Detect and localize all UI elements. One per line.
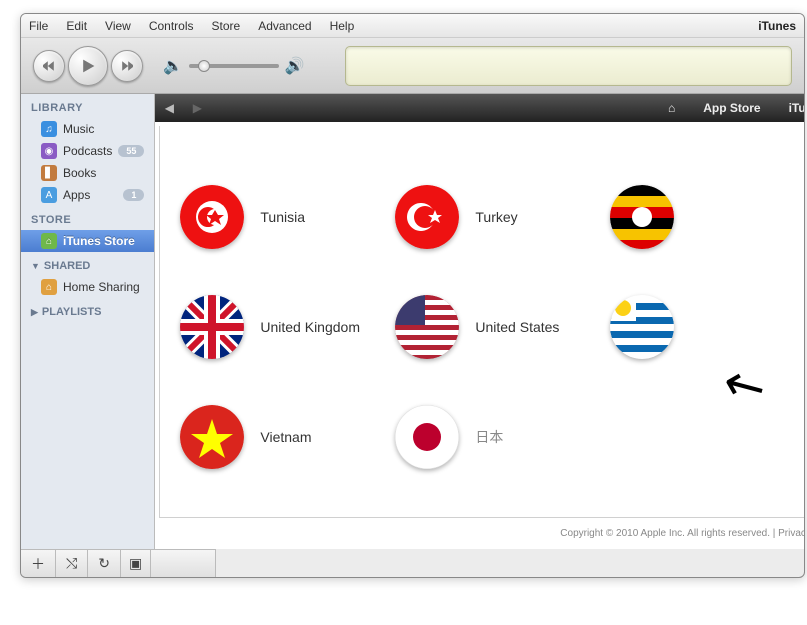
country-label: Turkey — [475, 209, 517, 225]
menu-store[interactable]: Store — [212, 19, 241, 33]
home-sharing-icon: ⌂ — [41, 279, 57, 295]
itunes-window: File Edit View Controls Store Advanced H… — [20, 13, 805, 578]
sidebar-item-books[interactable]: ▋ Books — [21, 162, 154, 184]
content-area: ◀ ▶ ⌂ App Store iTunes Tunisia — [155, 94, 805, 549]
country-label: United Kingdom — [260, 319, 360, 335]
main-area: LIBRARY ♫ Music ◉ Podcasts 55 ▋ Books A … — [21, 94, 804, 549]
menu-edit[interactable]: Edit — [66, 19, 87, 33]
shuffle-button[interactable]: ⤭ — [56, 550, 88, 577]
country-empty — [610, 382, 805, 492]
sidebar-item-podcasts[interactable]: ◉ Podcasts 55 — [21, 140, 154, 162]
volume-low-icon: 🔈 — [163, 56, 183, 76]
play-button[interactable] — [68, 46, 108, 86]
sidebar: LIBRARY ♫ Music ◉ Podcasts 55 ▋ Books A … — [21, 94, 155, 549]
sidebar-item-itunes-store[interactable]: ⌂ iTunes Store — [21, 230, 154, 252]
country-label: United States — [475, 319, 559, 335]
sidebar-section-library: LIBRARY — [21, 94, 154, 118]
country-grid: Tunisia Turkey — [180, 162, 805, 492]
next-button[interactable] — [111, 50, 143, 82]
sidebar-item-label: Books — [63, 166, 96, 180]
menu-help[interactable]: Help — [330, 19, 355, 33]
podcast-icon: ◉ — [41, 143, 57, 159]
volume-thumb[interactable] — [198, 60, 210, 72]
lcd-display — [345, 46, 792, 86]
store-forward-button[interactable]: ▶ — [183, 101, 211, 115]
flag-uruguay-icon — [610, 295, 674, 359]
country-label: Tunisia — [260, 209, 305, 225]
country-vietnam[interactable]: Vietnam — [180, 382, 395, 492]
toggle-artwork-button[interactable]: ▣ — [121, 550, 151, 577]
store-home-button[interactable]: ⌂ — [654, 94, 689, 122]
music-icon: ♫ — [41, 121, 57, 137]
sidebar-item-label: Podcasts — [63, 144, 112, 158]
playback-controls — [33, 46, 143, 86]
menu-advanced[interactable]: Advanced — [258, 19, 311, 33]
country-tunisia[interactable]: Tunisia — [180, 162, 395, 272]
window-title: iTunes — [758, 19, 796, 33]
flag-turkey-icon — [395, 185, 459, 249]
store-body: Tunisia Turkey — [159, 126, 805, 518]
sidebar-section-shared[interactable]: ▼ SHARED — [21, 252, 154, 276]
country-label: 日本 — [475, 427, 503, 447]
sidebar-item-label: Apps — [63, 188, 90, 202]
store-nav-itunes[interactable]: iTunes — [775, 94, 805, 122]
country-united-kingdom[interactable]: United Kingdom — [180, 272, 395, 382]
menu-controls[interactable]: Controls — [149, 19, 194, 33]
store-nav-app-store[interactable]: App Store — [689, 94, 774, 122]
repeat-button[interactable]: ↻ — [88, 550, 121, 577]
store-nav-bar: ◀ ▶ ⌂ App Store iTunes — [155, 94, 805, 122]
sidebar-item-label: iTunes Store — [63, 234, 135, 248]
triangle-right-icon: ▶ — [31, 307, 38, 318]
flag-us-icon — [395, 295, 459, 359]
sidebar-item-label: Music — [63, 122, 94, 136]
toolbar: 🔈 🔊 — [21, 38, 804, 94]
flag-uganda-icon — [610, 185, 674, 249]
flag-tunisia-icon — [180, 185, 244, 249]
add-playlist-button[interactable]: ＋ — [21, 550, 56, 577]
store-back-button[interactable]: ◀ — [155, 101, 183, 115]
sidebar-bottom-bar: ＋ ⤭ ↻ ▣ — [21, 549, 216, 577]
menu-view[interactable]: View — [105, 19, 131, 33]
sidebar-item-music[interactable]: ♫ Music — [21, 118, 154, 140]
badge: 1 — [123, 189, 144, 201]
volume-high-icon: 🔊 — [285, 56, 305, 76]
menu-file[interactable]: File — [29, 19, 48, 33]
menubar: File Edit View Controls Store Advanced H… — [21, 14, 804, 38]
country-label: Vietnam — [260, 429, 311, 445]
flag-japan-icon — [395, 405, 459, 469]
country-japan[interactable]: 日本 — [395, 382, 610, 492]
country-united-states[interactable]: United States — [395, 272, 610, 382]
sidebar-section-store: STORE — [21, 206, 154, 230]
home-icon: ⌂ — [668, 101, 675, 115]
badge: 55 — [118, 145, 144, 157]
triangle-down-icon: ▼ — [31, 261, 40, 271]
sidebar-item-label: Home Sharing — [63, 280, 140, 294]
books-icon: ▋ — [41, 165, 57, 181]
apps-icon: A — [41, 187, 57, 203]
flag-vietnam-icon — [180, 405, 244, 469]
country-uruguay[interactable] — [610, 272, 805, 382]
store-icon: ⌂ — [41, 233, 57, 249]
country-uganda[interactable] — [610, 162, 805, 272]
footer-copyright: Copyright © 2010 Apple Inc. All rights r… — [155, 518, 805, 549]
sidebar-item-home-sharing[interactable]: ⌂ Home Sharing — [21, 276, 154, 298]
flag-uk-icon — [180, 295, 244, 359]
volume-slider[interactable] — [189, 64, 279, 68]
volume-control: 🔈 🔊 — [163, 56, 305, 76]
sidebar-section-playlists[interactable]: ▶ PLAYLISTS — [21, 298, 154, 322]
sidebar-item-apps[interactable]: A Apps 1 — [21, 184, 154, 206]
previous-button[interactable] — [33, 50, 65, 82]
country-turkey[interactable]: Turkey — [395, 162, 610, 272]
